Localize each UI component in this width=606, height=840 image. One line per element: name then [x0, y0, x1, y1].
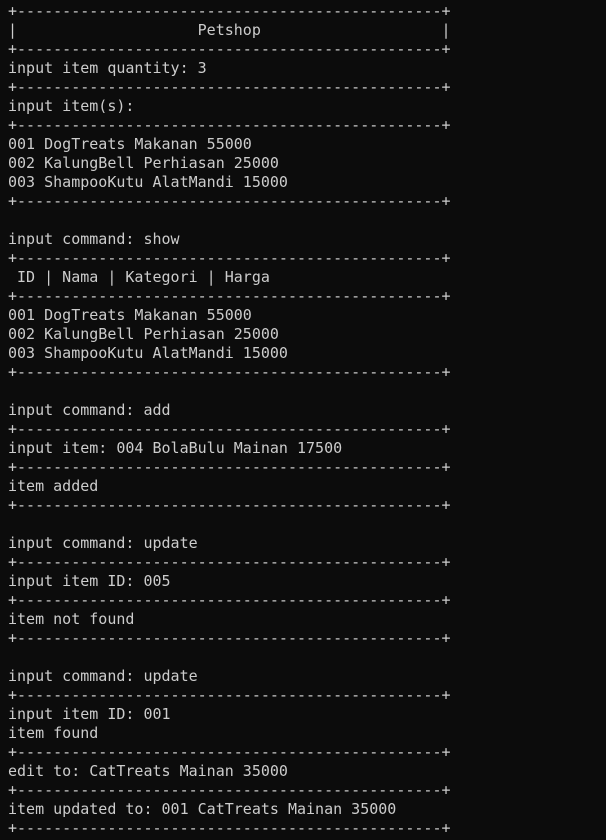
terminal-line: item found [8, 724, 99, 742]
terminal-line: +---------------------------------------… [8, 192, 451, 210]
terminal-line: 002 KalungBell Perhiasan 25000 [8, 154, 279, 172]
terminal-line: +---------------------------------------… [8, 40, 451, 58]
terminal-line: input command: show [8, 230, 180, 248]
terminal-line: input item: 004 BolaBulu Mainan 17500 [8, 439, 343, 457]
terminal-line: +---------------------------------------… [8, 686, 451, 704]
terminal-line: input command: update [8, 667, 198, 685]
terminal-line: +---------------------------------------… [8, 287, 451, 305]
terminal-line: +---------------------------------------… [8, 629, 451, 647]
terminal-line: +---------------------------------------… [8, 2, 451, 20]
terminal-line: +---------------------------------------… [8, 249, 451, 267]
terminal-line: +---------------------------------------… [8, 116, 451, 134]
terminal-line: input command: add [8, 401, 171, 419]
terminal-line: +---------------------------------------… [8, 496, 451, 514]
terminal-line: 001 DogTreats Makanan 55000 [8, 135, 252, 153]
terminal-line: +---------------------------------------… [8, 458, 451, 476]
terminal-line: +---------------------------------------… [8, 819, 451, 837]
terminal-line: 003 ShampooKutu AlatMandi 15000 [8, 344, 288, 362]
terminal-line: +---------------------------------------… [8, 363, 451, 381]
terminal-line: 003 ShampooKutu AlatMandi 15000 [8, 173, 288, 191]
terminal-line: +---------------------------------------… [8, 78, 451, 96]
terminal-line: item not found [8, 610, 135, 628]
terminal-line: ID | Nama | Kategori | Harga [8, 268, 270, 286]
terminal-line: +---------------------------------------… [8, 420, 451, 438]
terminal-line: +---------------------------------------… [8, 553, 451, 571]
terminal-line: +---------------------------------------… [8, 591, 451, 609]
terminal-line: input item ID: 005 [8, 572, 171, 590]
terminal-line: +---------------------------------------… [8, 743, 451, 761]
terminal-line: edit to: CatTreats Mainan 35000 [8, 762, 288, 780]
terminal-line: +---------------------------------------… [8, 781, 451, 799]
terminal-line: item added [8, 477, 99, 495]
terminal-line: 001 DogTreats Makanan 55000 [8, 306, 252, 324]
terminal-line: | Petshop | [8, 21, 451, 39]
terminal-output: +---------------------------------------… [0, 0, 606, 840]
terminal-line: 002 KalungBell Perhiasan 25000 [8, 325, 279, 343]
terminal-line: input item(s): [8, 97, 135, 115]
terminal-line: input item quantity: 3 [8, 59, 207, 77]
terminal-line: item updated to: 001 CatTreats Mainan 35… [8, 800, 397, 818]
terminal-line: input item ID: 001 [8, 705, 171, 723]
terminal-line: input command: update [8, 534, 198, 552]
